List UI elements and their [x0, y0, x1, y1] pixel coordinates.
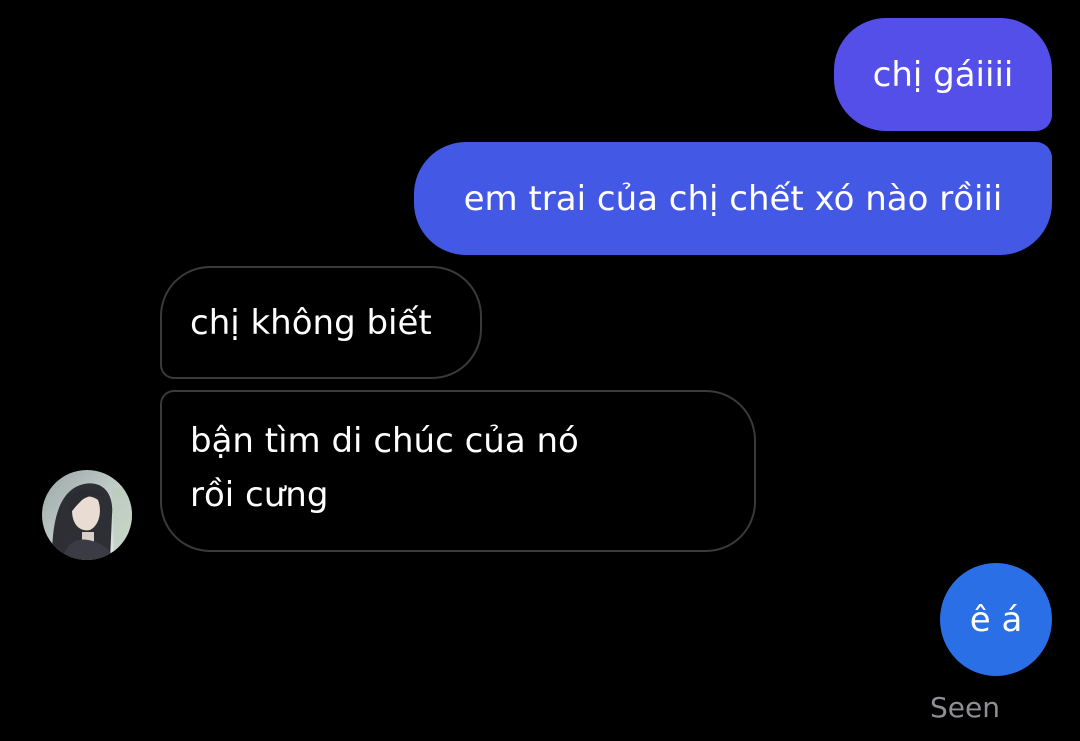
avatar-photo-icon [42, 470, 132, 560]
message-bubble-outgoing[interactable]: ê á [940, 563, 1052, 676]
message-bubble-incoming[interactable]: bận tìm di chúc của nó rồi cưng [160, 390, 756, 552]
message-text: chị không biết [190, 302, 432, 343]
message-bubble-outgoing[interactable]: em trai của chị chết xó nào rồiii [414, 142, 1052, 255]
message-text: chị gáiiii [872, 54, 1014, 95]
contact-avatar[interactable] [42, 470, 132, 560]
message-bubble-outgoing[interactable]: chị gáiiii [834, 18, 1052, 131]
seen-status: Seen [930, 691, 1000, 724]
message-text: em trai của chị chết xó nào rồiii [463, 178, 1003, 219]
message-bubble-incoming[interactable]: chị không biết [160, 266, 482, 379]
message-text: bận tìm di chúc của nó rồi cưng [190, 421, 579, 515]
message-text: ê á [969, 599, 1023, 640]
